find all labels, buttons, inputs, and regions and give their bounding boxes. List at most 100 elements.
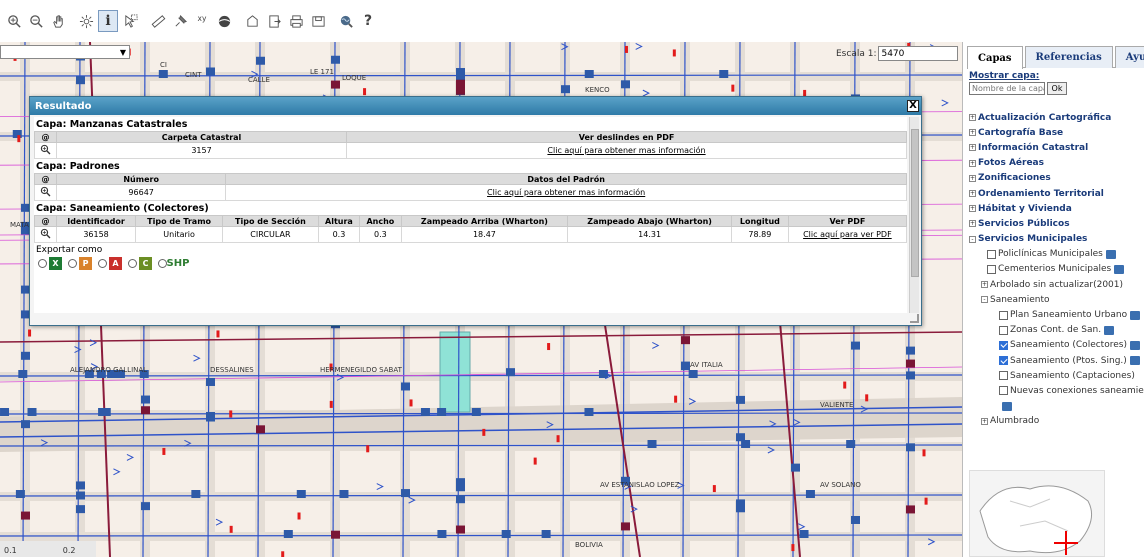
layer-legend-icon[interactable]	[1104, 325, 1115, 335]
zoom-out-icon[interactable]	[26, 10, 46, 32]
xy-coordinate-icon[interactable]: xy	[192, 10, 212, 32]
layer-tree-item[interactable]: + Hábitat y Vivienda	[969, 201, 1144, 216]
tab-referencias[interactable]: Referencias	[1024, 46, 1113, 68]
layer-tree-item[interactable]: + Información Catastral	[969, 140, 1144, 155]
zoom-extent-icon[interactable]	[76, 10, 96, 32]
layer-tree-item[interactable]: Plan Saneamiento Urbano	[969, 307, 1144, 322]
pan-hand-icon[interactable]	[48, 10, 68, 32]
export-radio-xls[interactable]	[38, 259, 47, 268]
layer-checkbox[interactable]	[999, 371, 1008, 381]
layer-tree-item[interactable]: Policlínicas Municipales	[969, 247, 1144, 262]
close-button[interactable]: X	[907, 100, 919, 112]
info-link[interactable]: Clic aquí para obtener mas información	[547, 146, 705, 155]
export-radio-csv[interactable]	[128, 259, 137, 268]
help-icon[interactable]: ?	[358, 10, 378, 32]
expand-icon[interactable]: +	[969, 129, 976, 137]
layer-legend-icon[interactable]	[1129, 340, 1140, 350]
layer-tree-item[interactable]: Zonas Cont. de San.	[969, 323, 1144, 338]
scale-input[interactable]	[878, 46, 959, 61]
layer-checkbox[interactable]	[999, 386, 1008, 396]
export-option-pdf[interactable]: A	[98, 257, 122, 270]
expand-icon[interactable]: +	[969, 114, 976, 122]
clear-icon[interactable]	[242, 10, 262, 32]
layer-tree-item[interactable]: Nuevas conexiones saneamiento	[969, 383, 1144, 398]
layer-tree-item[interactable]: + Cartografía Base	[969, 125, 1144, 140]
layer-tree-item[interactable]: Saneamiento (Colectores)	[969, 338, 1144, 353]
export-icon[interactable]	[264, 10, 284, 32]
expand-icon[interactable]: +	[981, 281, 988, 289]
select-arrow-icon[interactable]	[120, 10, 140, 32]
layer-tree-item[interactable]: Saneamiento (Ptos. Sing.)	[969, 353, 1144, 368]
layer-tree-item[interactable]: + Servicios Públicos	[969, 216, 1144, 231]
layer-checkbox[interactable]	[987, 249, 996, 259]
layer-tree-item[interactable]: + Alumbrado	[969, 414, 1144, 429]
collapse-icon[interactable]: -	[981, 296, 988, 304]
result-table: @ Identificador Tipo de Tramo Tipo de Secci…	[34, 215, 907, 243]
expand-icon[interactable]: +	[969, 205, 976, 213]
scrollbar-thumb[interactable]	[911, 129, 919, 277]
export-radio-pdf[interactable]	[98, 259, 107, 268]
result-scrollbar[interactable]	[909, 117, 919, 313]
expand-icon[interactable]: +	[969, 190, 976, 198]
export-option-ppt[interactable]: P	[68, 257, 92, 270]
tab-ayu[interactable]: Ayu	[1114, 46, 1144, 68]
ok-button[interactable]: Ok	[1047, 82, 1067, 95]
expand-icon[interactable]: +	[969, 174, 976, 182]
layer-legend-icon[interactable]	[1002, 401, 1012, 411]
measure-ruler-icon[interactable]	[148, 10, 168, 32]
layer-checkbox[interactable]	[987, 264, 996, 274]
zoom-to-feature-icon[interactable]	[40, 186, 51, 197]
svg-text:KENCO: KENCO	[585, 86, 610, 94]
layer-tree-item[interactable]: + Actualización Cartográfica	[969, 110, 1144, 125]
print-icon[interactable]	[286, 10, 306, 32]
info-link[interactable]: Clic aquí para ver PDF	[803, 230, 892, 239]
layer-legend-icon[interactable]	[1130, 310, 1141, 320]
layer-tree-item[interactable]: + Zonificaciones	[969, 171, 1144, 186]
pin-icon[interactable]	[170, 10, 190, 32]
layer-name-input[interactable]	[969, 82, 1045, 95]
info-link[interactable]: Clic aquí para obtener mas información	[487, 188, 645, 197]
layers-panel: CapasReferenciasAyu Mostrar capa: Ok +Ac…	[962, 42, 1144, 557]
layer-legend-icon[interactable]	[1105, 249, 1116, 259]
layer-legend-icon[interactable]	[1129, 356, 1140, 366]
export-option-csv[interactable]: C	[128, 257, 152, 270]
layer-tree-item[interactable]: + Fotos Aéreas	[969, 156, 1144, 171]
layer-tree-item[interactable]: - Saneamiento	[969, 292, 1144, 307]
layers-icon[interactable]	[214, 10, 234, 32]
layer-checkbox[interactable]	[999, 340, 1008, 350]
expand-icon[interactable]: +	[969, 220, 976, 228]
overview-map[interactable]	[969, 470, 1105, 557]
collapse-icon[interactable]: -	[969, 235, 976, 243]
layer-tree-item[interactable]: + Ordenamiento Territorial	[969, 186, 1144, 201]
expand-icon[interactable]: +	[969, 144, 976, 152]
layer-select-dropdown[interactable]: ▼	[0, 45, 130, 59]
zoom-in-icon[interactable]	[4, 10, 24, 32]
layer-legend-icon[interactable]	[1114, 264, 1125, 274]
export-radio-ppt[interactable]	[68, 259, 77, 268]
layer-checkbox[interactable]	[999, 356, 1008, 366]
search-globe-icon[interactable]	[336, 10, 356, 32]
export-option-xls[interactable]: X	[38, 257, 62, 270]
info-icon[interactable]: i	[98, 10, 118, 32]
result-table: @ Número Datos del Padrón 96647 Clic aquí pa…	[34, 173, 907, 201]
result-dialog-titlebar[interactable]: Resultado X	[30, 97, 921, 115]
zoom-to-feature-icon[interactable]	[40, 144, 51, 155]
tab-capas[interactable]: Capas	[967, 46, 1023, 69]
expand-icon[interactable]: +	[969, 159, 976, 167]
layer-tree-item[interactable]: Cementerios Municipales	[969, 262, 1144, 277]
layer-tree-item[interactable]	[969, 399, 1144, 414]
column-header: Altura	[317, 215, 361, 227]
layer-tree-label: Policlínicas Municipales	[998, 249, 1103, 260]
layer-tree-item[interactable]: + Arbolado sin actualizar(2001)	[969, 277, 1144, 292]
layer-checkbox[interactable]	[999, 325, 1008, 335]
layer-checkbox[interactable]	[999, 310, 1008, 320]
expand-icon[interactable]: +	[981, 417, 988, 425]
resize-grip-icon[interactable]	[910, 314, 919, 323]
save-icon[interactable]	[308, 10, 328, 32]
table-cell: Clic aquí para obtener mas información	[225, 184, 907, 201]
zoom-to-feature-icon[interactable]	[40, 228, 51, 239]
layer-tree-item[interactable]: Saneamiento (Captaciones)	[969, 368, 1144, 383]
export-option-shp[interactable]: SHP	[158, 257, 189, 270]
table-cell: 14.31	[567, 226, 732, 243]
layer-tree-item[interactable]: - Servicios Municipales	[969, 232, 1144, 247]
